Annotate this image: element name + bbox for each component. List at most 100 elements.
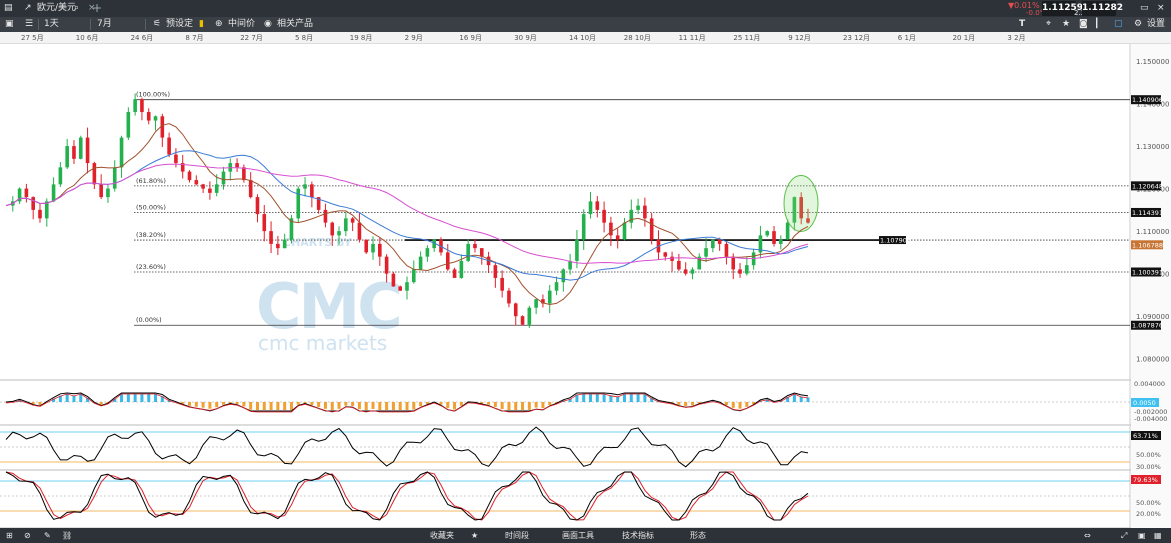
pencil-icon[interactable]: ✎ — [44, 528, 51, 543]
patterns-tab[interactable]: 形态 — [690, 528, 706, 543]
macd-histogram-bar — [242, 402, 246, 407]
sell-price-button[interactable]: 1.11259 — [1042, 1, 1083, 16]
fib-label: (0.00%) — [136, 316, 162, 324]
watermark-charts-by: CHARTS BY — [283, 236, 353, 249]
macd-histogram-bar — [548, 402, 552, 405]
expand-icon[interactable]: ⤢ — [1121, 528, 1127, 543]
camera-icon[interactable]: ◙ — [1079, 17, 1088, 32]
candle-body — [337, 231, 341, 236]
candle-body — [527, 307, 532, 325]
fullscreen-icon[interactable]: ▣ — [1138, 528, 1146, 543]
grid-icon[interactable]: ▦ — [1154, 528, 1162, 543]
list-icon[interactable]: ☰ — [25, 17, 33, 32]
current-price-tag: 1.106788 — [1132, 241, 1163, 249]
favorites-tab[interactable]: 收藏夹 — [430, 528, 454, 543]
candle-body — [717, 239, 722, 244]
macd-histogram-bar — [323, 402, 327, 409]
candle-body — [418, 256, 423, 270]
stoch-value-tag: 79.63% — [1133, 476, 1158, 484]
candle-type-icon[interactable]: ┃ — [1094, 17, 1099, 32]
candle-body — [51, 184, 56, 202]
candle-body — [330, 222, 335, 236]
candle-body — [425, 248, 430, 257]
candle-body — [167, 137, 171, 155]
macd-histogram-bar — [276, 402, 280, 410]
macd-histogram-bar — [507, 402, 511, 410]
text-tool-button[interactable]: T — [1019, 17, 1025, 32]
candle-body — [72, 146, 76, 159]
date-tick-label: 6 1月 — [898, 34, 916, 42]
macd-axis-label: -0.004000 — [1134, 415, 1167, 423]
date-tick-label: 27 5月 — [21, 34, 44, 42]
macd-histogram-bar — [643, 394, 647, 402]
fib-price-tag: 1.100391 — [1132, 269, 1163, 277]
macd-histogram-bar — [493, 402, 497, 407]
macd-histogram-bar — [126, 394, 130, 402]
candle-body — [445, 252, 450, 270]
candle-body — [344, 218, 348, 232]
price-chart[interactable]: CHARTS BY CMC cmc markets (100.00%)(61.8… — [0, 44, 1171, 528]
date-tick-label: 23 12月 — [843, 34, 870, 42]
macd-histogram-bar — [405, 402, 409, 410]
search-icon[interactable]: ⌕ — [74, 0, 79, 17]
candle-body — [677, 260, 681, 270]
layout-icon[interactable]: ▢ — [1114, 17, 1123, 32]
close-window-icon[interactable]: × — [1157, 0, 1165, 17]
candle-body — [303, 184, 307, 189]
add-tab-icon[interactable]: + — [92, 0, 102, 17]
fib-price-tag: 1.120648 — [1132, 182, 1163, 190]
candle-body — [561, 269, 566, 283]
mid-price-button[interactable]: 中间价 — [228, 17, 255, 32]
candle-body — [711, 239, 715, 249]
candle-body — [500, 277, 504, 291]
candle-body — [745, 265, 749, 274]
candle-body — [92, 163, 97, 185]
menu-icon[interactable]: ▤ — [4, 0, 13, 17]
candle-body — [534, 299, 538, 308]
macd-histogram-bar — [221, 402, 225, 405]
related-products-button[interactable]: 相关产品 — [277, 17, 313, 32]
star-icon[interactable]: ★ — [1062, 17, 1070, 32]
candle-body — [398, 286, 403, 291]
highlight-ellipse — [783, 174, 819, 232]
macd-histogram-bar — [622, 394, 626, 402]
candle-body — [364, 239, 369, 253]
buy-price-button[interactable]: 1.11282 — [1082, 1, 1123, 16]
instrument-name[interactable]: 欧元/美元 — [37, 0, 76, 17]
macd-histogram-bar — [385, 402, 389, 410]
gear-icon[interactable]: ⚙ — [1134, 17, 1142, 32]
candle-body — [221, 171, 226, 185]
drawing-tools-tab[interactable]: 画面工具 — [562, 528, 594, 543]
crosshair-icon[interactable]: ⌖ — [1046, 17, 1051, 32]
candle-body — [248, 180, 253, 198]
sidebar-toggle-icon[interactable]: ▣ — [5, 17, 14, 32]
eye-icon[interactable]: ◉ — [264, 17, 272, 32]
candle-body — [133, 99, 137, 113]
pan-icon[interactable]: ⇔ — [1084, 528, 1091, 543]
interval-select[interactable]: 1天 — [44, 17, 59, 32]
candle-body — [452, 269, 457, 278]
macd-histogram-bar — [330, 402, 334, 410]
timeframe-tab[interactable]: 时间段 — [505, 528, 529, 543]
macd-histogram-bar — [500, 402, 504, 410]
mid-price-icon[interactable]: ▮ — [199, 17, 204, 32]
star-tab-icon[interactable]: ★ — [471, 528, 478, 543]
cancel-icon[interactable]: ⊘ — [24, 528, 31, 543]
macd-histogram-bar — [133, 394, 137, 402]
macd-histogram-bar — [357, 402, 361, 410]
price-tick-label: 1.150000 — [1136, 58, 1169, 66]
price-type-icon[interactable]: ⊕ — [215, 17, 223, 32]
settings-button[interactable]: 设置 — [1147, 17, 1165, 32]
minimize-icon[interactable]: ▭ — [1140, 0, 1149, 17]
macd-histogram-bar — [262, 402, 266, 410]
chart-nav-icon[interactable]: ⊞ — [6, 528, 13, 543]
preset-button[interactable]: 预设定 — [166, 17, 193, 32]
candle-body — [772, 231, 776, 244]
link-icon[interactable]: ⛓ — [62, 528, 72, 543]
preset-icon[interactable]: ⚟ — [153, 17, 161, 32]
indicators-tab[interactable]: 技术指标 — [622, 528, 654, 543]
macd-histogram-bar — [38, 402, 42, 406]
macd-histogram-bar — [602, 394, 606, 402]
range-select[interactable]: 7月 — [97, 17, 112, 32]
rsi-axis-label: 50.00% — [1136, 451, 1161, 459]
